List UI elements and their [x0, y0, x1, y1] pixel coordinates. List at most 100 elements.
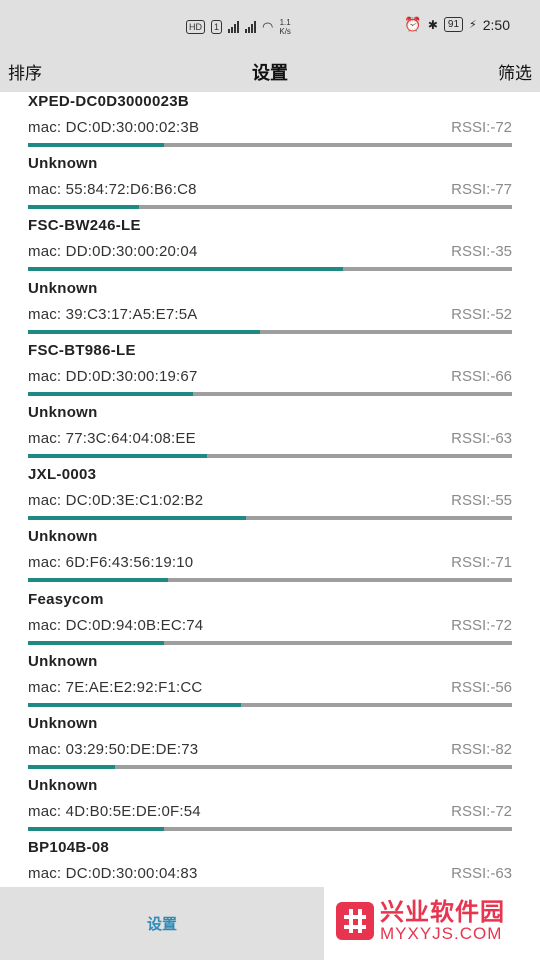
- device-rssi: RSSI:-82: [451, 740, 512, 758]
- device-name: Unknown: [28, 777, 98, 795]
- device-mac: mac: DC:0D:30:00:02:3B: [28, 119, 200, 136]
- device-name: Unknown: [28, 714, 98, 732]
- device-name: Unknown: [28, 652, 98, 670]
- signal-strength-fill: [28, 640, 164, 645]
- bluetooth-icon: ✱: [427, 17, 438, 32]
- nav-settings-tab[interactable]: 设置: [0, 887, 324, 960]
- device-mac: mac: DC:0D:30:00:04:83: [28, 865, 198, 883]
- device-rssi: RSSI:-77: [451, 181, 512, 199]
- battery-indicator: 91: [443, 17, 464, 32]
- device-row[interactable]: Feasycom mac: DC:0D:94:0B:EC:74 RSSI:-72: [0, 590, 540, 652]
- watermark-logo: 兴业软件园 MYXYJS.COM: [336, 899, 505, 943]
- device-row[interactable]: Unknown mac: 55:84:72:D6:B6:C8 RSSI:-77: [0, 154, 540, 216]
- device-mac: mac: 7E:AE:E2:92:F1:CC: [28, 678, 203, 696]
- device-mac: mac: DD:0D:30:00:20:04: [28, 243, 198, 261]
- charging-icon: ⚡: [469, 19, 477, 31]
- device-name: Unknown: [28, 279, 98, 297]
- signal-strength-fill: [28, 578, 169, 583]
- status-bar: HD 1 ◠ 1.1 K/s ⏰ ✱ 91 ⚡ 2:50: [0, 0, 540, 54]
- signal-strength-bar: [28, 391, 512, 396]
- signal-strength-bar: [28, 329, 512, 334]
- device-row[interactable]: JXL-0003 mac: DC:0D:3E:C1:02:B2 RSSI:-55: [0, 465, 540, 527]
- signal-strength-bar: [28, 453, 512, 458]
- device-mac: mac: DC:0D:94:0B:EC:74: [28, 616, 204, 634]
- signal-strength-fill: [28, 143, 164, 147]
- device-rssi: RSSI:-72: [451, 803, 512, 821]
- device-mac: mac: 55:84:72:D6:B6:C8: [28, 181, 197, 199]
- device-row[interactable]: FSC-BW246-LE mac: DD:0D:30:00:20:04 RSSI:-…: [0, 216, 540, 278]
- signal-strength-fill: [28, 827, 164, 832]
- signal-strength-fill: [28, 516, 246, 521]
- signal-strength-fill: [28, 764, 116, 769]
- signal-strength-bar: [28, 640, 512, 645]
- settings-button[interactable]: 设置: [252, 63, 288, 84]
- device-name: Unknown: [28, 155, 98, 173]
- device-row[interactable]: Unknown mac: 03:29:50:DE:DE:73 RSSI:-82: [0, 714, 540, 776]
- device-mac: mac: 77:3C:64:04:08:EE: [28, 429, 196, 447]
- device-rssi: RSSI:-66: [451, 367, 512, 385]
- sort-button[interactable]: 排序: [8, 59, 42, 84]
- status-left: HD 1 ◠ 1.1 K/s: [186, 18, 291, 36]
- signal-strength-fill: [28, 329, 261, 334]
- signal-2-icon: [245, 21, 257, 33]
- sim-badge: 1: [211, 20, 223, 34]
- watermark-en: MYXYJS.COM: [380, 924, 503, 943]
- signal-strength-fill: [28, 205, 140, 210]
- device-name: FSC-BT986-LE: [28, 341, 136, 359]
- watermark-cn: 兴业软件园: [380, 898, 505, 926]
- device-row[interactable]: Unknown mac: 6D:F6:43:56:19:10 RSSI:-71: [0, 527, 540, 589]
- clock: 2:50: [482, 16, 510, 33]
- device-name: JXL-0003: [28, 466, 97, 484]
- status-right: ⏰ ✱ 91 ⚡ 2:50: [404, 16, 510, 33]
- device-mac: mac: DC:0D:3E:C1:02:B2: [28, 492, 204, 510]
- alarm-icon: ⏰: [404, 16, 422, 32]
- signal-strength-bar: [28, 143, 512, 147]
- device-name: Unknown: [28, 403, 98, 421]
- device-list[interactable]: XPED-DC0D3000023B mac: DC:0D:30:00:02:3B R…: [0, 92, 540, 887]
- device-rssi: RSSI:-56: [451, 678, 512, 696]
- page-title-wrap: 设置: [0, 59, 540, 85]
- device-row[interactable]: Unknown mac: 4D:B0:5E:DE:0F:54 RSSI:-72: [0, 776, 540, 838]
- signal-strength-bar: [28, 702, 512, 707]
- device-row[interactable]: XPED-DC0D3000023B mac: DC:0D:30:00:02:3B R…: [0, 92, 540, 154]
- signal-strength-bar: [28, 827, 512, 832]
- device-name: Feasycom: [28, 590, 104, 608]
- signal-strength-fill: [28, 267, 343, 272]
- signal-strength-bar: [28, 267, 512, 272]
- device-mac: mac: 6D:F6:43:56:19:10: [28, 554, 194, 572]
- device-rssi: RSSI:-72: [451, 119, 512, 136]
- device-rssi: RSSI:-72: [451, 616, 512, 634]
- device-name: FSC-BW246-LE: [28, 217, 141, 235]
- device-rssi: RSSI:-52: [451, 305, 512, 323]
- device-rssi: RSSI:-55: [451, 492, 512, 510]
- hd-badge: HD: [186, 20, 205, 34]
- device-row[interactable]: Unknown mac: 77:3C:64:04:08:EE RSSI:-63: [0, 403, 540, 465]
- device-mac: mac: 4D:B0:5E:DE:0F:54: [28, 803, 201, 821]
- signal-strength-bar: [28, 578, 512, 583]
- device-name: BP104B-08: [28, 839, 110, 857]
- filter-button[interactable]: 筛选: [498, 59, 532, 84]
- bottom-nav: 设置 兴业软件园 MYXYJS.COM: [0, 887, 540, 960]
- device-rssi: RSSI:-35: [451, 243, 512, 261]
- nav-settings-label: 设置: [146, 915, 177, 933]
- device-rssi: RSSI:-63: [451, 865, 512, 883]
- device-row[interactable]: Unknown mac: 7E:AE:E2:92:F1:CC RSSI:-56: [0, 652, 540, 714]
- screen: HD 1 ◠ 1.1 K/s ⏰ ✱ 91 ⚡ 2:50 排序 设置 筛选 XP…: [0, 0, 540, 960]
- hash-logo-icon: [336, 902, 374, 940]
- device-mac: mac: DD:0D:30:00:19:67: [28, 367, 198, 385]
- signal-strength-fill: [28, 702, 241, 707]
- device-row[interactable]: FSC-BT986-LE mac: DD:0D:30:00:19:67 RSSI:-…: [0, 341, 540, 403]
- signal-strength-fill: [28, 453, 208, 458]
- device-row[interactable]: BP104B-08 mac: DC:0D:30:00:04:83 RSSI:-63: [0, 838, 540, 887]
- device-name: Unknown: [28, 528, 98, 546]
- signal-strength-bar: [28, 764, 512, 769]
- signal-strength-bar: [28, 516, 512, 521]
- signal-strength-fill: [28, 391, 193, 396]
- device-rssi: RSSI:-63: [451, 429, 512, 447]
- top-toolbar: 排序 设置 筛选: [0, 54, 540, 92]
- wifi-icon: ◠: [262, 19, 274, 34]
- signal-icon: [228, 21, 240, 33]
- device-name: XPED-DC0D3000023B: [28, 93, 190, 110]
- device-row[interactable]: Unknown mac: 39:C3:17:A5:E7:5A RSSI:-52: [0, 279, 540, 341]
- network-speed: 1.1 K/s: [279, 18, 291, 36]
